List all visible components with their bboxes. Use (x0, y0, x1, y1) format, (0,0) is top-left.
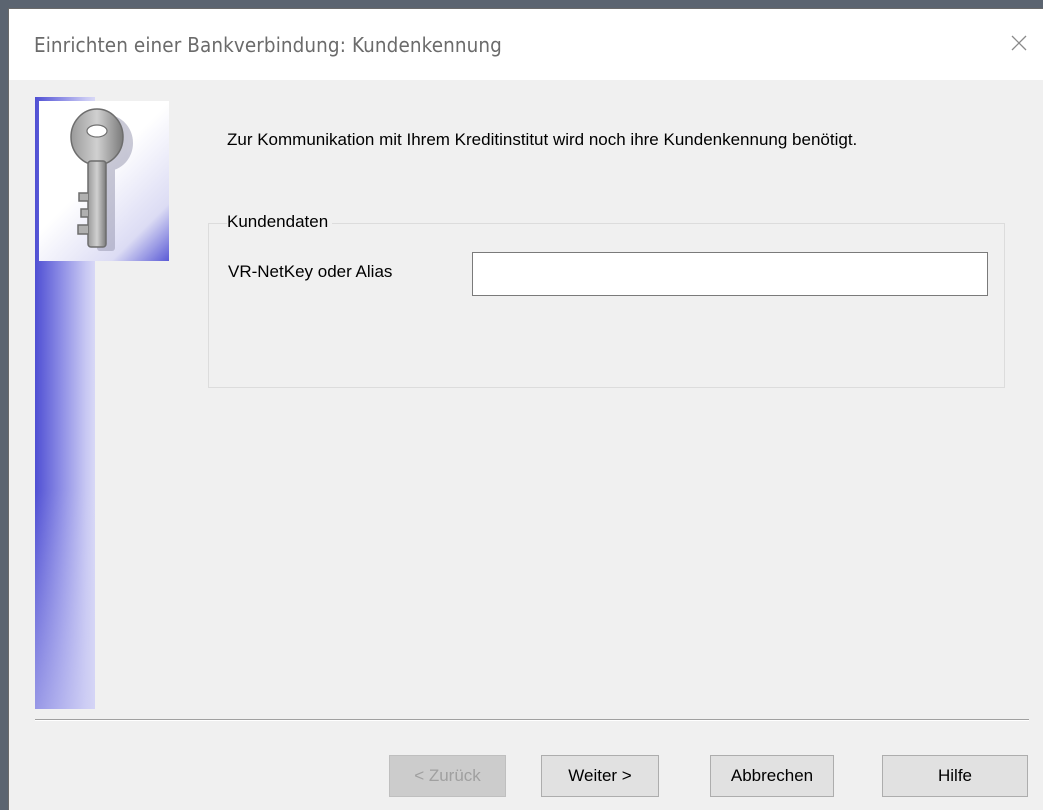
vr-netkey-label: VR-NetKey oder Alias (228, 262, 393, 281)
separator-line (35, 719, 1029, 721)
groupbox-legend: Kundendaten (227, 212, 333, 232)
title-bar: Einrichten einer Bankverbindung: Kundenk… (9, 9, 1043, 80)
cancel-button[interactable]: Abbrechen (710, 755, 834, 797)
setup-wizard-dialog: Einrichten einer Bankverbindung: Kundenk… (8, 8, 1043, 810)
back-button[interactable]: < Zurück (389, 755, 506, 797)
window-title: Einrichten einer Bankverbindung: Kundenk… (34, 33, 502, 57)
help-button[interactable]: Hilfe (882, 755, 1028, 797)
close-icon (1011, 35, 1027, 51)
close-button[interactable] (1003, 27, 1035, 59)
key-icon-tile (39, 101, 169, 261)
intro-text: Zur Kommunikation mit Ihrem Kreditinstit… (227, 130, 858, 149)
key-icon (70, 108, 133, 251)
vr-netkey-input[interactable] (472, 252, 988, 296)
customer-data-groupbox (208, 223, 1005, 388)
next-button[interactable]: Weiter > (541, 755, 659, 797)
